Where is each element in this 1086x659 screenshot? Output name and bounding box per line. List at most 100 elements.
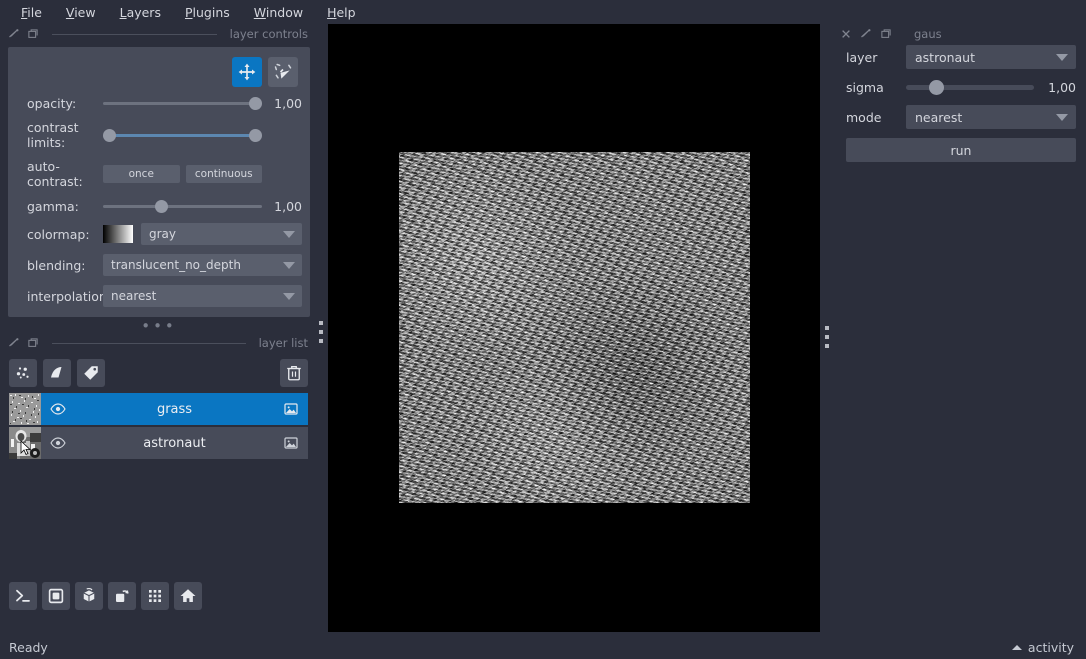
colormap-value: gray xyxy=(149,227,177,241)
left-splitter-handle[interactable] xyxy=(317,310,325,354)
layer-list-label: layer list xyxy=(258,336,308,350)
console-button[interactable] xyxy=(9,582,37,610)
home-button[interactable] xyxy=(174,582,202,610)
grass-thumbnail xyxy=(9,393,41,425)
chevron-down-icon xyxy=(283,262,295,269)
interpolation-label: interpolation: xyxy=(27,288,111,304)
interpolation-dropdown[interactable]: nearest xyxy=(103,285,302,307)
plugin-layer-dropdown[interactable]: astronaut xyxy=(906,45,1076,69)
float-icon[interactable] xyxy=(8,337,20,349)
shapes-icon xyxy=(51,367,62,378)
points-icon xyxy=(16,367,29,379)
transpose-dims-button[interactable] xyxy=(108,582,136,610)
plugin-title: gaus xyxy=(914,27,942,41)
roll-dims-button[interactable] xyxy=(75,582,103,610)
undock-icon[interactable] xyxy=(27,337,39,349)
undock-icon[interactable] xyxy=(880,28,892,40)
activity-label: activity xyxy=(1027,639,1074,655)
labels-icon xyxy=(84,366,98,380)
layer-visibility-toggle[interactable] xyxy=(48,401,68,417)
image-icon xyxy=(284,403,298,415)
home-icon xyxy=(180,589,196,602)
transpose-icon xyxy=(116,590,129,602)
menu-help[interactable]: Help xyxy=(315,2,368,23)
pan-zoom-button[interactable] xyxy=(232,57,262,87)
move-icon xyxy=(238,63,256,81)
layer-type-icon-wrap xyxy=(281,435,301,451)
chevron-down-icon xyxy=(1056,114,1068,121)
layer-thumbnail xyxy=(9,393,41,425)
plugin-sigma-slider[interactable] xyxy=(906,79,1034,95)
status-bar: Ready activity xyxy=(0,635,1086,659)
float-icon[interactable] xyxy=(8,28,20,40)
square-icon xyxy=(48,588,64,604)
dock-resize-grip[interactable]: ••• xyxy=(0,317,318,334)
viewer-buttons xyxy=(9,582,202,610)
grid-view-button[interactable] xyxy=(141,582,169,610)
close-icon[interactable] xyxy=(840,28,852,40)
auto-contrast-once-button[interactable]: once xyxy=(103,165,180,183)
new-labels-layer-button[interactable] xyxy=(77,359,105,387)
gamma-slider[interactable] xyxy=(103,198,262,214)
menu-window[interactable]: Window xyxy=(242,2,315,23)
contrast-limits-slider[interactable] xyxy=(103,127,262,143)
menu-file[interactable]: File xyxy=(9,2,54,23)
opacity-value: 1,00 xyxy=(274,95,302,111)
layer-row[interactable]: grass xyxy=(9,393,308,425)
ndisplay-button[interactable] xyxy=(42,582,70,610)
colormap-dropdown[interactable]: gray xyxy=(141,223,302,245)
layer-controls-grid: opacity: 1,00 contrast limits: auto-cont… xyxy=(16,95,302,307)
right-splitter-handle[interactable] xyxy=(823,315,831,359)
layer-visibility-toggle[interactable] xyxy=(48,435,68,451)
layer-name: grass xyxy=(156,401,193,417)
interpolation-value: nearest xyxy=(111,289,157,303)
delete-layer-button[interactable] xyxy=(280,359,308,387)
mode-button-group xyxy=(16,55,302,95)
plugin-layer-label: layer xyxy=(846,49,878,65)
auto-contrast-continuous-button[interactable]: continuous xyxy=(185,165,262,183)
grid-icon xyxy=(149,590,161,602)
viewer-canvas[interactable] xyxy=(328,24,820,632)
opacity-slider[interactable] xyxy=(103,95,262,111)
new-points-layer-button[interactable] xyxy=(9,359,37,387)
plugin-layer-value: astronaut xyxy=(915,49,975,65)
float-icon[interactable] xyxy=(860,28,872,40)
grass-image-layer xyxy=(399,152,750,503)
undock-icon[interactable] xyxy=(27,28,39,40)
blending-dropdown[interactable]: translucent_no_depth xyxy=(103,254,302,276)
layer-list-toolbar xyxy=(0,353,318,393)
new-shapes-layer-button[interactable] xyxy=(43,359,71,387)
menu-plugins[interactable]: Plugins xyxy=(173,2,242,23)
layer-row[interactable]: astronaut xyxy=(9,427,308,459)
run-button[interactable]: run xyxy=(846,138,1076,162)
plugin-mode-dropdown[interactable]: nearest xyxy=(906,105,1076,129)
contrast-limits-label: contrast limits: xyxy=(27,120,79,150)
menu-layers[interactable]: Layers xyxy=(108,2,173,23)
menu-bar: File View Layers Plugins Window Help xyxy=(0,0,1086,24)
eye-icon xyxy=(50,403,66,415)
layer-type-icon-wrap xyxy=(281,401,301,417)
caret-up-icon xyxy=(1011,644,1022,650)
transform-button[interactable] xyxy=(268,57,298,87)
gamma-label: gamma: xyxy=(27,198,79,214)
plugin-sigma-label: sigma xyxy=(846,79,884,95)
cube-icon xyxy=(83,587,95,602)
activity-button[interactable]: activity xyxy=(1011,639,1086,655)
plugin-dock-header: gaus xyxy=(834,24,1086,44)
plugin-mode-label: mode xyxy=(846,109,882,125)
plugin-mode-row: mode nearest xyxy=(834,104,1086,130)
plugin-dock: gaus layer astronaut sigma 1,00 mode nea… xyxy=(834,24,1086,636)
blending-label: blending: xyxy=(27,257,86,273)
colormap-swatch xyxy=(103,225,133,243)
plugin-sigma-row: sigma 1,00 xyxy=(834,74,1086,100)
menu-view[interactable]: View xyxy=(54,2,108,23)
chevron-down-icon xyxy=(1056,54,1068,61)
eye-icon xyxy=(50,437,66,449)
layer-controls-label: layer controls xyxy=(229,27,308,41)
layer-name: astronaut xyxy=(143,435,206,451)
opacity-label: opacity: xyxy=(27,95,77,111)
chevron-down-icon xyxy=(283,231,295,238)
blending-value: translucent_no_depth xyxy=(111,258,241,272)
transform-icon xyxy=(274,63,292,79)
status-message: Ready xyxy=(9,639,48,655)
